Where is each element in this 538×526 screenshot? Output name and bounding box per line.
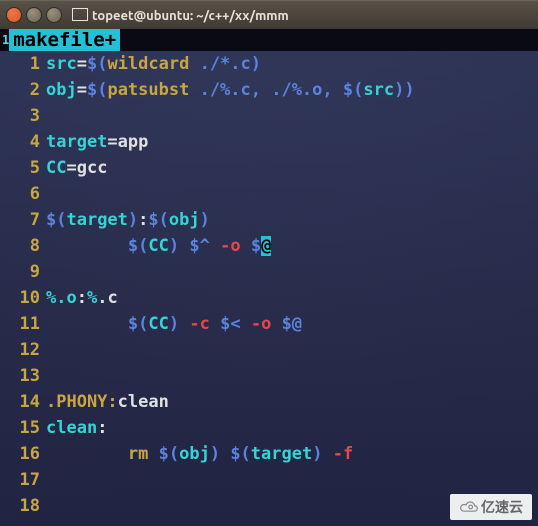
minimize-icon[interactable] xyxy=(26,7,42,23)
code-line: target=app xyxy=(46,129,538,155)
gutter: 4 xyxy=(0,129,46,155)
code-line: rm $(obj) $(target) -f xyxy=(46,441,538,467)
cloud-icon xyxy=(459,499,479,515)
gutter: 5 xyxy=(0,155,46,181)
gutter: 14 xyxy=(0,389,46,415)
tabbar: 1makefile+ xyxy=(0,29,538,51)
code-line xyxy=(46,103,538,129)
window-title: topeet@ubuntu: ~/c++/xx/mmm xyxy=(72,7,289,23)
code-line: $(CC) -c $< -o $@ xyxy=(46,311,538,337)
code-line: %.o:%.c xyxy=(46,285,538,311)
gutter: 12 xyxy=(0,337,46,363)
code-line xyxy=(46,259,538,285)
gutter: 11 xyxy=(0,311,46,337)
code-line: obj=$(patsubst ./%.c, ./%.o, $(src)) xyxy=(46,77,538,103)
gutter: 2 xyxy=(0,77,46,103)
editor-area[interactable]: 1src=$(wildcard ./*.c) 2obj=$(patsubst .… xyxy=(0,51,538,526)
gutter: 3 xyxy=(0,103,46,129)
gutter: 15 xyxy=(0,415,46,441)
gutter: 18 xyxy=(0,493,46,519)
code-line: CC=gcc xyxy=(46,155,538,181)
watermark: 亿速云 xyxy=(450,494,532,520)
code-line xyxy=(46,181,538,207)
gutter: 8 xyxy=(0,233,46,259)
tab-file[interactable]: makefile+ xyxy=(9,29,120,51)
gutter: 7 xyxy=(0,207,46,233)
code-line xyxy=(46,467,538,493)
code-line xyxy=(46,337,538,363)
gutter: 17 xyxy=(0,467,46,493)
code-line: .PHONY:clean xyxy=(46,389,538,415)
cursor: @ xyxy=(261,236,271,256)
gutter: 6 xyxy=(0,181,46,207)
titlebar: topeet@ubuntu: ~/c++/xx/mmm xyxy=(0,0,538,29)
code-line: src=$(wildcard ./*.c) xyxy=(46,51,538,77)
gutter: 9 xyxy=(0,259,46,285)
gutter: 13 xyxy=(0,363,46,389)
code-line: clean: xyxy=(46,415,538,441)
window-title-text: topeet@ubuntu: ~/c++/xx/mmm xyxy=(92,9,289,23)
close-icon[interactable] xyxy=(6,7,22,23)
gutter: 1 xyxy=(0,51,46,77)
gutter: 10 xyxy=(0,285,46,311)
code-line: $(target):$(obj) xyxy=(46,207,538,233)
code-line xyxy=(46,363,538,389)
tab-index: 1 xyxy=(0,29,9,51)
terminal-icon xyxy=(72,8,88,21)
watermark-text: 亿速云 xyxy=(481,497,523,517)
gutter: 16 xyxy=(0,441,46,467)
code-line: $(CC) $^ -o $@ xyxy=(46,233,538,259)
maximize-icon[interactable] xyxy=(46,7,62,23)
